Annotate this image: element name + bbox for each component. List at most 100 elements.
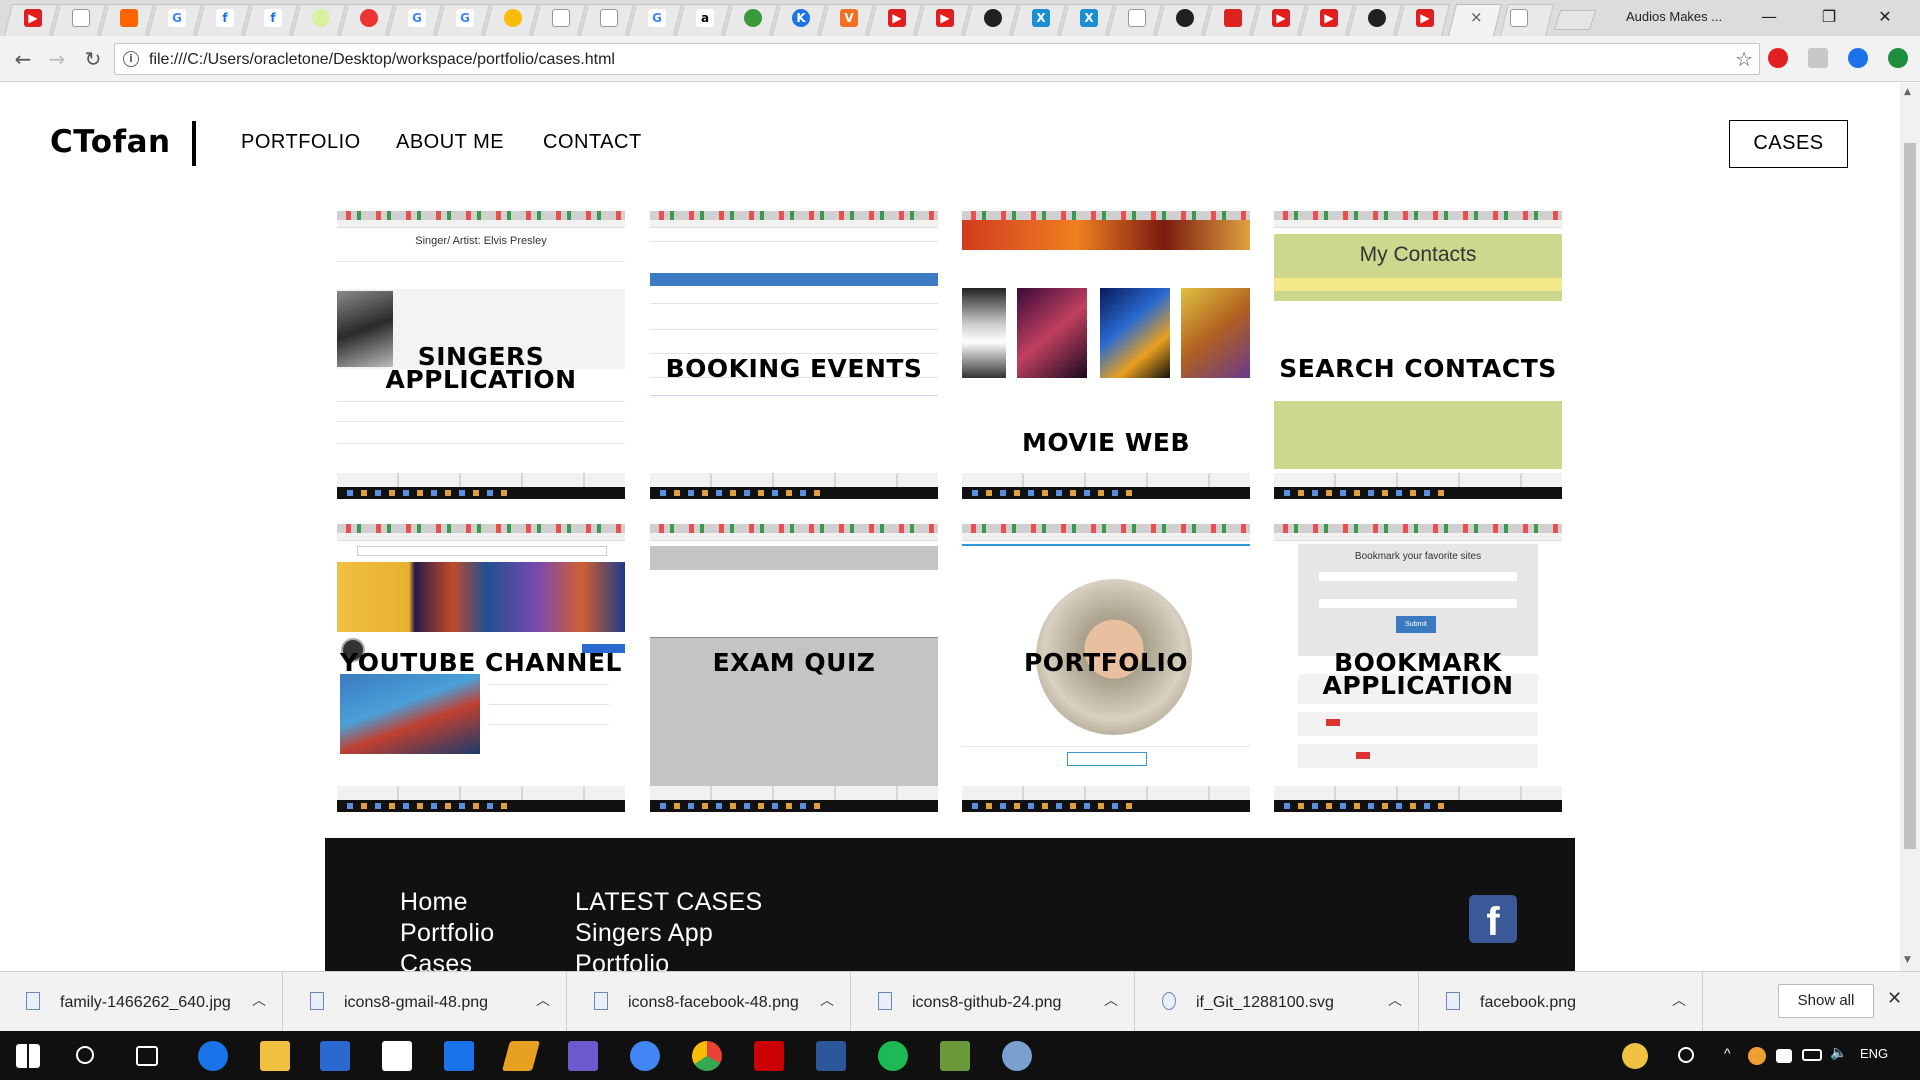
close-window-button[interactable]: ✕ <box>1862 4 1908 30</box>
extension-icon[interactable] <box>1808 48 1828 68</box>
tab-close-icon[interactable]: × <box>1470 8 1483 26</box>
download-item[interactable]: icons8-facebook-48.png ︿ <box>568 972 851 1032</box>
tray-icon[interactable] <box>1748 1047 1766 1065</box>
thumbnail-downloads <box>650 786 938 800</box>
download-filename[interactable]: if_Git_1288100.svg <box>1196 994 1334 1012</box>
restore-button[interactable]: ❐ <box>1806 4 1852 30</box>
amazon-icon: a <box>696 9 714 27</box>
info-icon[interactable]: i <box>123 51 139 67</box>
people-icon[interactable] <box>1678 1047 1694 1063</box>
thumbnail-url <box>1274 533 1562 541</box>
battery-icon[interactable] <box>1802 1049 1822 1061</box>
nav-about-me[interactable]: ABOUT ME <box>396 131 504 154</box>
case-card-portfolio[interactable]: PORTFOLIO <box>962 524 1250 812</box>
address-bar[interactable]: i file:///C:/Users/oracletone/Desktop/wo… <box>114 43 1760 75</box>
update-icon[interactable] <box>1888 48 1908 68</box>
footer-link-home[interactable]: Home <box>400 888 468 917</box>
edge-icon[interactable] <box>198 1041 228 1071</box>
search-icon[interactable] <box>76 1046 94 1064</box>
footer-latest-portfolio[interactable]: Portfolio <box>575 950 669 971</box>
case-card-booking-events[interactable]: BOOKING EVENTS <box>650 211 938 499</box>
download-item[interactable]: icons8-gmail-48.png ︿ <box>284 972 567 1032</box>
browser-toolbar: ← → ↻ i file:///C:/Users/oracletone/Desk… <box>0 36 1920 82</box>
cases-button[interactable]: CASES <box>1729 120 1848 168</box>
download-filename[interactable]: icons8-github-24.png <box>912 994 1061 1012</box>
case-card-bookmark-application[interactable]: Bookmark your favorite sites Submit BOOK… <box>1274 524 1562 812</box>
download-filename[interactable]: family-1466262_640.jpg <box>60 994 231 1012</box>
delete-button <box>1326 719 1340 726</box>
page-icon <box>600 9 618 27</box>
chevron-up-icon[interactable]: ︿ <box>1388 990 1402 1010</box>
download-item[interactable]: if_Git_1288100.svg ︿ <box>1136 972 1419 1032</box>
download-item[interactable]: icons8-github-24.png ︿ <box>852 972 1135 1032</box>
git-icon[interactable] <box>940 1041 970 1071</box>
page-icon <box>552 9 570 27</box>
scroll-down-icon[interactable]: ▼ <box>1904 955 1911 965</box>
case-card-search-contacts[interactable]: My Contacts SEARCH CONTACTS <box>1274 211 1562 499</box>
download-item[interactable]: family-1466262_640.jpg ︿ <box>0 972 283 1032</box>
footer-link-cases[interactable]: Cases <box>400 950 472 971</box>
atom-icon[interactable] <box>878 1041 908 1071</box>
help-icon[interactable] <box>1622 1043 1648 1069</box>
volume-icon[interactable]: 🔈 <box>1830 1044 1847 1061</box>
store-icon[interactable] <box>320 1041 350 1071</box>
search-extension-icon[interactable] <box>1848 48 1868 68</box>
download-filename[interactable]: facebook.png <box>1480 994 1576 1012</box>
thumbnail-downloads <box>337 786 625 800</box>
opera-icon[interactable] <box>1768 48 1788 68</box>
close-download-bar-icon[interactable]: ✕ <box>1887 988 1902 1009</box>
profile-name[interactable]: Audios Makes ... <box>1626 9 1722 24</box>
chevron-up-icon[interactable]: ︿ <box>820 990 834 1010</box>
forward-icon[interactable]: → <box>44 46 70 72</box>
case-card-singers[interactable]: Singer/ Artist: Elvis Presley SINGERS AP… <box>337 211 625 499</box>
bookmark-star-icon[interactable]: ☆ <box>1735 47 1753 71</box>
url-text[interactable]: file:///C:/Users/oracletone/Desktop/work… <box>149 51 615 69</box>
web-page: CTofan PORTFOLIO ABOUT ME CONTACT CASES … <box>0 83 1900 971</box>
download-filename[interactable]: icons8-gmail-48.png <box>344 994 488 1012</box>
new-tab-button[interactable] <box>1553 10 1597 30</box>
word-icon[interactable] <box>816 1041 846 1071</box>
amazon-icon[interactable] <box>382 1041 412 1071</box>
back-icon[interactable]: ← <box>10 46 36 72</box>
facebook-icon[interactable]: f <box>1469 895 1517 944</box>
file-icon <box>1162 992 1176 1010</box>
chrome-canary-icon[interactable] <box>630 1041 660 1071</box>
sublime-icon[interactable] <box>501 1041 541 1071</box>
task-view-icon[interactable] <box>136 1046 158 1066</box>
dropbox-icon[interactable] <box>444 1041 474 1071</box>
chevron-up-icon[interactable]: ︿ <box>1672 990 1686 1010</box>
app-icon[interactable] <box>568 1041 598 1071</box>
chevron-up-icon[interactable]: ︿ <box>536 990 550 1010</box>
chevron-up-icon[interactable]: ︿ <box>252 990 266 1010</box>
tab-strip: ▶ G f f G G G a K V ▶ ▶ X X ▶ ▶ ▶ × Audi… <box>0 0 1920 36</box>
file-explorer-icon[interactable] <box>260 1041 290 1071</box>
youtube-search-box <box>357 546 607 556</box>
scroll-up-icon[interactable]: ▲ <box>1904 87 1911 97</box>
scroll-thumb[interactable] <box>1904 143 1916 849</box>
show-all-button[interactable]: Show all <box>1778 984 1874 1018</box>
footer-latest-singers[interactable]: Singers App <box>575 919 713 948</box>
show-hidden-icons-icon[interactable]: ^ <box>1724 1045 1731 1061</box>
clover-icon <box>744 9 762 27</box>
thumbnail-downloads <box>1274 473 1562 487</box>
nav-contact[interactable]: CONTACT <box>543 131 642 154</box>
case-card-exam-quiz[interactable]: EXAM QUIZ <box>650 524 938 812</box>
nav-portfolio[interactable]: PORTFOLIO <box>241 131 361 154</box>
windows-start-icon[interactable] <box>16 1044 40 1068</box>
page-scrollbar[interactable]: ▲ ▼ <box>1900 83 1920 971</box>
reload-icon[interactable]: ↻ <box>80 46 106 72</box>
acrobat-icon[interactable] <box>754 1041 784 1071</box>
site-logo[interactable]: CTofan <box>50 124 171 160</box>
chevron-up-icon[interactable]: ︿ <box>1104 990 1118 1010</box>
paint-icon[interactable] <box>1002 1041 1032 1071</box>
case-card-youtube-channel[interactable]: YOUTUBE CHANNEL <box>337 524 625 812</box>
footer-link-portfolio[interactable]: Portfolio <box>400 919 494 948</box>
minimize-button[interactable]: — <box>1746 4 1792 30</box>
language-indicator[interactable]: ENG <box>1860 1046 1888 1061</box>
divider <box>650 241 938 242</box>
dropbox-tray-icon[interactable] <box>1776 1049 1792 1063</box>
download-filename[interactable]: icons8-facebook-48.png <box>628 994 799 1012</box>
download-item[interactable]: facebook.png ︿ <box>1420 972 1703 1032</box>
chrome-icon[interactable] <box>692 1041 722 1071</box>
case-card-movie-web[interactable]: MOVIE WEB <box>962 211 1250 499</box>
